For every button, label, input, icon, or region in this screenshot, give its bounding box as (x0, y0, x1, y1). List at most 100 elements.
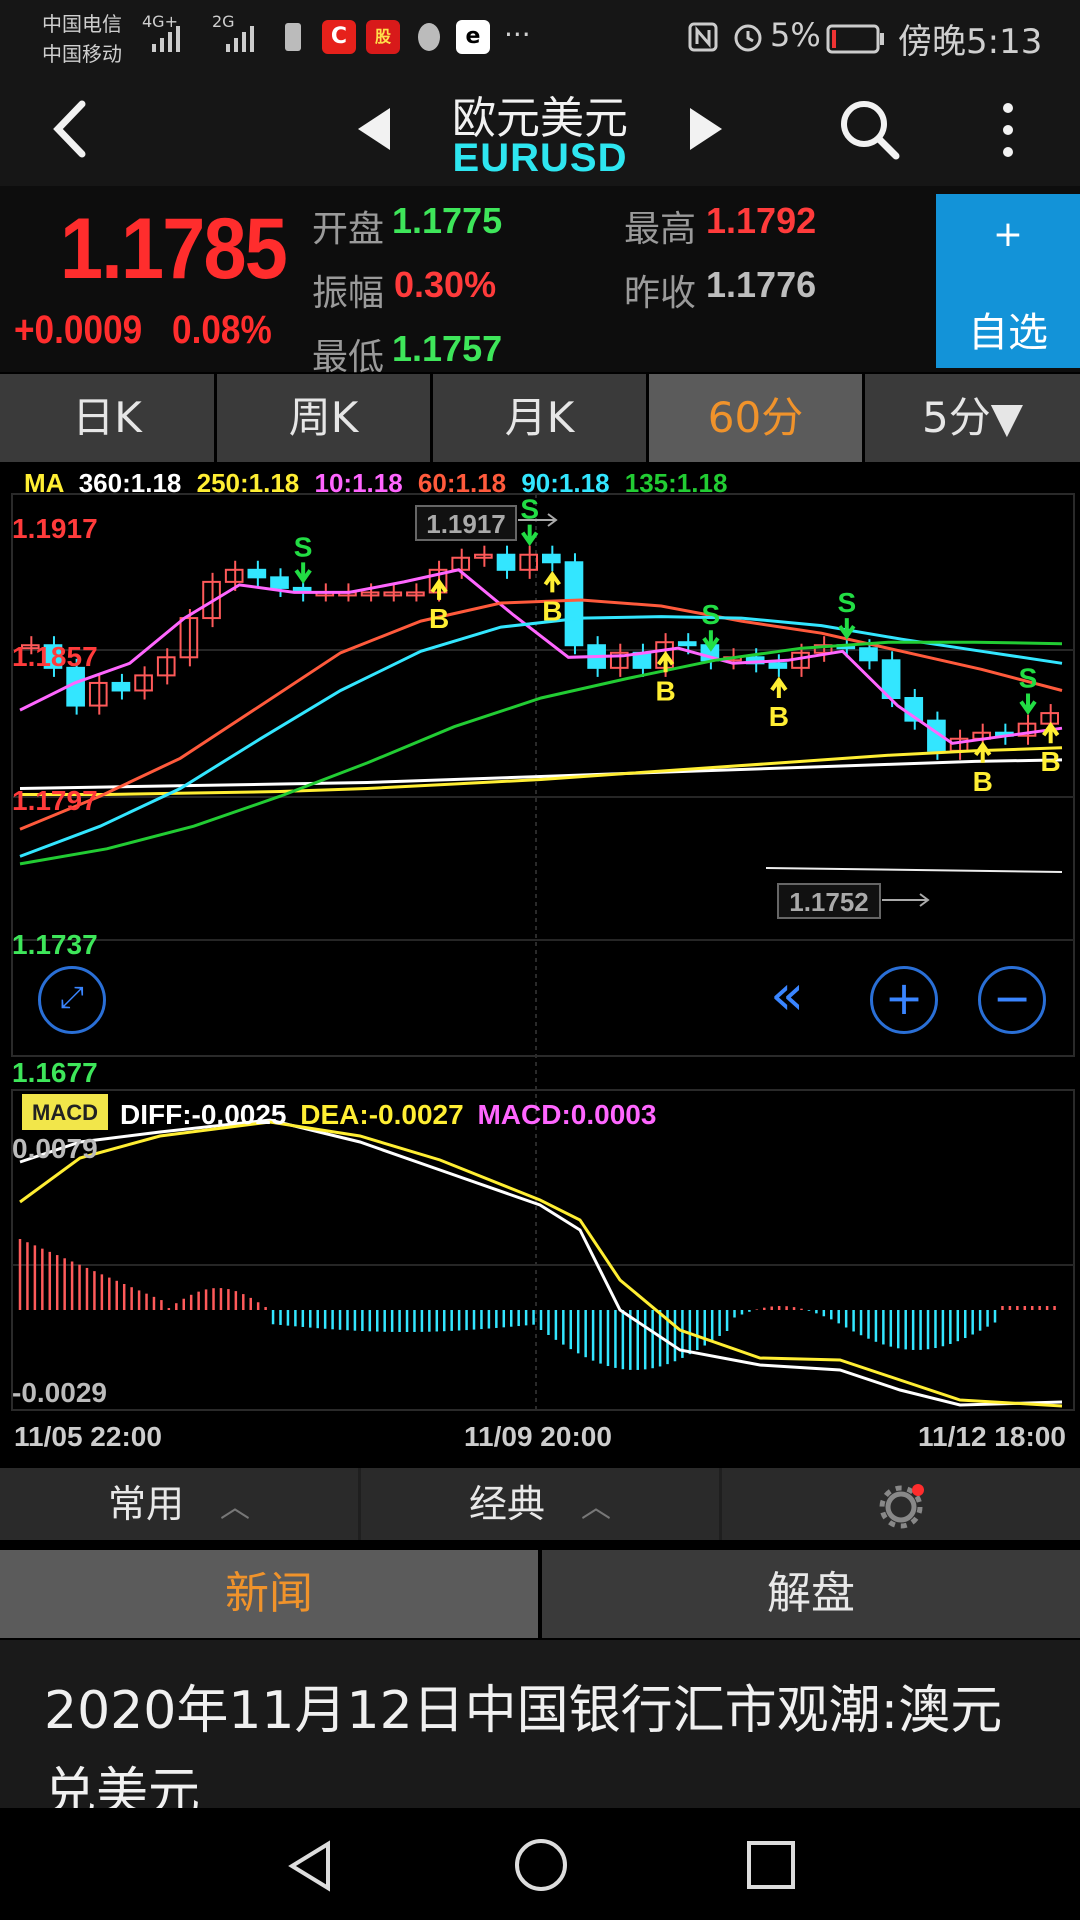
macd-dea: DEA:-0.0027 (300, 1099, 463, 1130)
app-c-icon: C (322, 20, 356, 54)
battery-percent: 5% (770, 16, 821, 54)
macd-axis-top: 0.0079 (12, 1133, 98, 1164)
macd-axis-bottom: -0.0029 (12, 1377, 107, 1408)
more-options-icon[interactable] (996, 100, 1020, 160)
news-headline[interactable]: 2020年11月12日中国银行汇市观潮:澳元兑美元 (44, 1670, 1044, 1810)
carrier-1: 中国电信 (42, 12, 122, 36)
sell-signal: S (1019, 663, 1038, 694)
ma-60: 60:1.18 (418, 470, 506, 498)
candle-body (564, 561, 584, 647)
prev-close-value: 1.1776 (706, 264, 817, 305)
candle-body (677, 641, 697, 647)
time-label-end: 11/12 18:00 (918, 1421, 1066, 1450)
price-change-percent: 0.08% (172, 308, 272, 352)
open-value: 1.1775 (392, 200, 503, 241)
carrier-2: 中国移动 (42, 42, 122, 66)
high-value: 1.1792 (706, 200, 817, 241)
settings-button[interactable] (722, 1468, 1080, 1540)
axis-label-mid: 1.1857 (12, 641, 98, 672)
zoom-out-button[interactable]: − (978, 966, 1046, 1034)
macd-diff: DIFF:-0.0025 (120, 1099, 287, 1130)
buy-signal: B (542, 595, 562, 626)
sell-signal: S (702, 599, 721, 630)
tab-5min-dropdown[interactable]: 5分▼ (865, 374, 1080, 462)
buy-signal: B (769, 701, 789, 732)
ma-title: MA (24, 470, 65, 498)
tab-monthly[interactable]: 月K (433, 374, 646, 462)
battery-icon (826, 24, 884, 54)
nav-home-icon[interactable] (512, 1836, 570, 1894)
macd-badge-label: MACD (32, 1100, 98, 1125)
notification-dot (912, 1483, 924, 1496)
nfc-icon (688, 22, 718, 52)
common-label: 常用 (107, 1482, 184, 1526)
candle-body (542, 553, 561, 564)
high-label: 最高 (624, 209, 697, 250)
sell-signal: S (520, 494, 539, 525)
nav-back-icon[interactable] (282, 1838, 338, 1894)
scroll-left-icon[interactable]: « (770, 964, 830, 1032)
signal-icon (152, 26, 180, 52)
status-bar: 中国电信 中国移动 4G+ 2G C 股 e ··· 5% 傍晚5:13 (0, 0, 1080, 76)
instrument-symbol: EURUSD (452, 136, 628, 180)
signal-icon-2 (226, 26, 254, 52)
low-label: 最低 (312, 337, 385, 378)
more-notifications-icon: ··· (504, 18, 531, 51)
nav-recents-icon[interactable] (744, 1838, 798, 1892)
sim-icon (285, 23, 301, 51)
search-icon[interactable] (836, 96, 902, 162)
tab-weekly[interactable]: 周K (217, 374, 430, 462)
tab-60min[interactable]: 60分 (649, 374, 862, 462)
watchlist-label: 自选 (968, 310, 1048, 356)
common-indicators-button[interactable]: 常用 ︿ (0, 1468, 358, 1540)
candle-body (768, 662, 788, 669)
tab-daily[interactable]: 日K (0, 374, 214, 462)
last-price: 1.1785 (60, 201, 288, 297)
classic-label: 经典 (468, 1482, 545, 1526)
qq-icon (418, 23, 440, 51)
clock: 傍晚5:13 (898, 22, 1043, 62)
add-watchlist-button[interactable]: + 自选 (936, 194, 1080, 368)
tab-news[interactable]: 新闻 (0, 1550, 538, 1638)
zoom-in-button[interactable]: + (870, 966, 938, 1034)
alarm-icon (734, 24, 762, 52)
axis-label-low2: 1.1737 (12, 929, 98, 960)
sell-signal: S (294, 531, 313, 562)
macd-value: MACD:0.0003 (477, 1099, 656, 1130)
axis-label-low1: 1.1797 (12, 785, 98, 816)
fullscreen-button[interactable]: ⤢ (38, 966, 106, 1034)
amplitude-label: 振幅 (312, 273, 385, 314)
prev-close-label: 昨收 (624, 273, 697, 314)
app-e-icon: e (456, 20, 490, 54)
ma-90: 90:1.18 (521, 470, 609, 498)
amplitude-value: 0.30% (394, 264, 497, 305)
next-symbol-icon[interactable] (686, 104, 728, 154)
classic-indicators-button[interactable]: 经典 ︿ (361, 1468, 719, 1540)
macd-legend: DIFF:-0.0025 DEA:-0.0027 MACD:0.0003 (120, 1099, 656, 1130)
time-label-start: 11/05 22:00 (14, 1421, 162, 1450)
min-price-label: 1.1752 (789, 887, 869, 917)
buy-signal: B (655, 675, 675, 706)
chevron-up-icon: ︿ (220, 1490, 251, 1525)
plus-icon: + (992, 214, 1024, 255)
buy-signal: B (429, 603, 449, 634)
chevron-up-icon: ︿ (581, 1490, 612, 1525)
app-stock-icon: 股 (366, 20, 400, 54)
buy-signal: B (1041, 746, 1061, 777)
axis-label-top: 1.1917 (12, 513, 98, 544)
time-label-mid: 11/09 20:00 (464, 1421, 612, 1450)
low-value: 1.1757 (392, 328, 503, 369)
sell-signal: S (837, 587, 856, 618)
back-icon[interactable] (44, 96, 94, 162)
system-nav-bar (0, 1808, 1080, 1920)
candle-body (859, 647, 878, 662)
open-label: 开盘 (312, 209, 385, 250)
candle-body (111, 681, 131, 692)
tab-analysis[interactable]: 解盘 (542, 1550, 1080, 1638)
ma-360: 360:1.18 (79, 470, 182, 498)
ma-250: 250:1.18 (197, 470, 300, 498)
candle-body (496, 553, 516, 571)
news-list: 2020年11月12日中国银行汇市观潮:澳元兑美元 (0, 1640, 1080, 1810)
axis-label-bottom: 1.1677 (12, 1057, 98, 1088)
kline-chart[interactable]: 1.1917 1.1752 SBSBBSBSBSB 1.1917 1.1857 … (0, 470, 1080, 1450)
